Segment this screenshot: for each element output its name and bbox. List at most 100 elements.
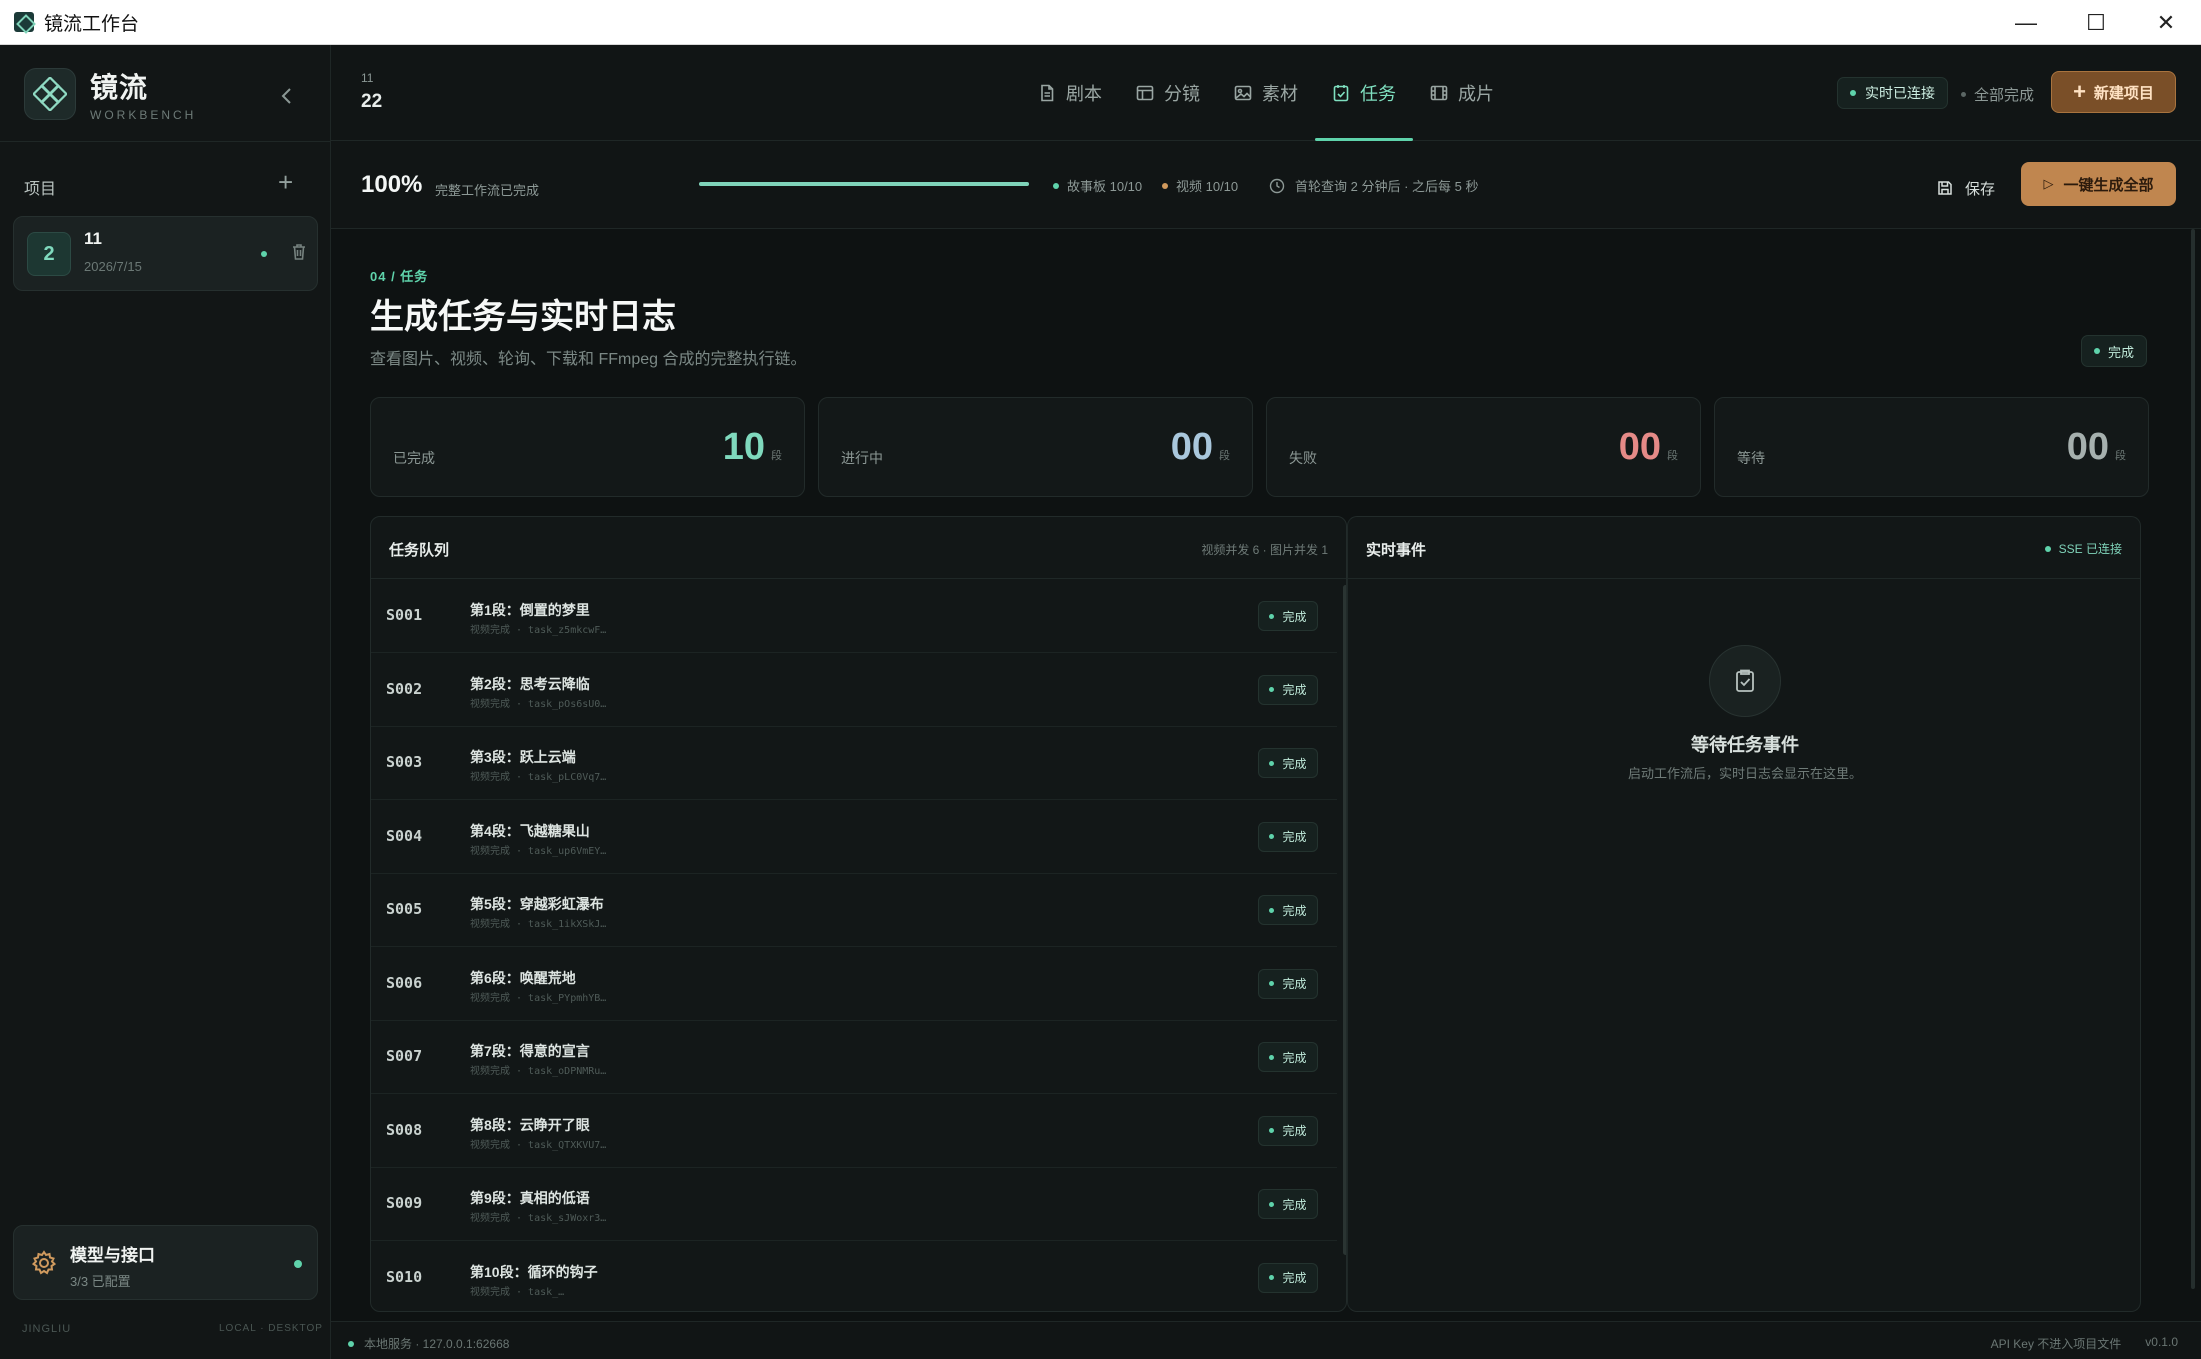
concurrency-note: 视频并发 6 · 图片并发 1: [1201, 543, 1328, 557]
app-version: v0.1.0: [2145, 1335, 2178, 1349]
task-status-dot: [1269, 1128, 1275, 1133]
task-row[interactable]: S009 第9段：真相的低语 视频完成 · task_sJWoxr3… 完成: [371, 1168, 1337, 1241]
task-detail: 视频完成 · task_sJWoxr3…: [470, 1213, 607, 1224]
close-button[interactable]: ✕: [2131, 0, 2201, 45]
progress-bar: [699, 182, 1029, 186]
tab-label: 分镜: [1164, 84, 1200, 104]
model-settings-title: 模型与接口: [70, 1246, 155, 1265]
task-row[interactable]: S002 第2段：思考云降临 视频完成 · task_pOs6sU0… 完成: [371, 654, 1337, 727]
delete-project-button[interactable]: [291, 243, 307, 264]
gear-icon: [31, 1250, 57, 1275]
task-status-dot: [1269, 1275, 1275, 1280]
tab-tasks[interactable]: 任务: [1315, 45, 1413, 141]
task-queue-header: 任务队列 视频并发 6 · 图片并发 1: [371, 517, 1346, 579]
tab-label: 任务: [1360, 84, 1396, 104]
task-id: S003: [386, 753, 423, 771]
new-project-label: 新建项目: [2093, 84, 2154, 102]
task-status-dot: [1269, 687, 1275, 692]
project-status-dot: [261, 251, 267, 257]
add-project-button[interactable]: +: [278, 167, 293, 198]
main-scrollbar[interactable]: [2191, 229, 2195, 1289]
task-name: 第10段：循环的钩子: [470, 1263, 598, 1280]
model-settings-subtitle: 3/3 已配置: [70, 1274, 131, 1289]
task-row[interactable]: S010 第10段：循环的钩子 视频完成 · task_… 完成: [371, 1242, 1337, 1312]
task-queue-panel: 任务队列 视频并发 6 · 图片并发 1 S001 第1段：倒置的梦里 视频完成 ·…: [370, 516, 1347, 1312]
tab-label: 剧本: [1066, 84, 1102, 104]
task-queue-title: 任务队列: [389, 542, 450, 559]
task-status-dot: [1269, 760, 1275, 766]
sidebar-footer-right: LOCAL · DESKTOP: [219, 1323, 323, 1334]
projects-label: 项目: [24, 181, 57, 198]
task-status-badge: 完成: [1258, 895, 1318, 925]
status-footer: 本地服务 · 127.0.0.1:62668 API Key 不进入项目文件 v…: [331, 1321, 2201, 1359]
task-id: S010: [386, 1267, 423, 1286]
stat-label: 失败: [1289, 450, 1317, 466]
live-status-dot: [1850, 90, 1856, 96]
play-icon: ▷: [2043, 176, 2054, 191]
project-small-label: 11: [361, 71, 374, 85]
document-icon: [1041, 84, 1054, 102]
stat-number: 00: [1618, 426, 1661, 468]
tab-final[interactable]: 成片: [1413, 45, 1511, 141]
events-header: 实时事件 SSE 已连接: [1348, 517, 2140, 579]
save-label: 保存: [1965, 180, 1996, 198]
window-title: 镜流工作台: [44, 13, 140, 35]
sidebar: 镜流 WORKBENCH 项目 + 2 11 2026/7/15 模型与接口 3…: [0, 45, 331, 1359]
tab-assets[interactable]: 素材: [1217, 45, 1315, 141]
polling-info: 首轮查询 2 分钟后 · 之后每 5 秒: [1269, 176, 1478, 195]
task-status-dot: [1269, 981, 1275, 986]
status-text: 完成: [2108, 344, 2135, 360]
progress-percent: 100%: [361, 171, 423, 198]
stat-unit: 段: [2115, 450, 2126, 462]
tab-script[interactable]: 剧本: [1021, 45, 1119, 141]
video-count: 视频 10/10: [1162, 176, 1238, 195]
stat-label: 进行中: [841, 450, 883, 466]
task-detail: 视频完成 · task_QTXKVU7…: [470, 1139, 607, 1151]
brand: 镜流 WORKBENCH: [24, 66, 196, 122]
progress-bar-fill: [699, 182, 1029, 186]
task-row[interactable]: S007 第7段：得意的宣言 视频完成 · task_oDPNMRu… 完成: [371, 1021, 1337, 1094]
task-name: 第9段：真相的低语: [470, 1190, 590, 1206]
main-scroll-thumb[interactable]: [2191, 229, 2195, 1289]
tab-label: 素材: [1262, 84, 1298, 104]
task-row[interactable]: S005 第5段：穿越彩虹瀑布 视频完成 · task_1ikXSkJ… 完成: [371, 874, 1337, 947]
new-project-button[interactable]: + 新建项目: [2051, 71, 2176, 113]
stat-unit: 段: [1667, 450, 1678, 462]
service-dot: [348, 1340, 354, 1347]
stat-value: 10 段: [723, 426, 782, 469]
stat-card-waiting: 等待 00 段: [1714, 397, 2149, 497]
tab-bar: 剧本 分镜 素材 任务 成片: [1021, 45, 1511, 141]
task-id: S007: [386, 1047, 423, 1065]
task-row[interactable]: S006 第6段：唤醒荒地 视频完成 · task_PYpmhYB… 完成: [371, 948, 1337, 1021]
task-status-text: 完成: [1282, 1271, 1307, 1285]
task-status-dot: [1269, 1201, 1275, 1207]
task-row[interactable]: S008 第8段：云睁开了眼 视频完成 · task_QTXKVU7… 完成: [371, 1095, 1337, 1168]
tab-storyboard[interactable]: 分镜: [1119, 45, 1217, 141]
generate-all-button[interactable]: ▷ 一键生成全部: [2021, 162, 2176, 206]
project-card[interactable]: 2 11 2026/7/15: [13, 216, 318, 291]
stat-unit: 段: [1219, 450, 1230, 462]
task-status-badge: 完成: [1258, 748, 1318, 778]
minimize-button[interactable]: —: [1991, 0, 2061, 45]
collapse-sidebar-button[interactable]: [270, 79, 304, 113]
save-button[interactable]: 保存: [1937, 171, 1995, 205]
task-status-text: 完成: [1282, 1050, 1307, 1065]
events-panel: 实时事件 SSE 已连接 等待任务事件 启动工作流后，实时日志会显示在这里。: [1347, 516, 2141, 1312]
sse-dot: [2044, 545, 2051, 552]
all-done-status: 全部完成: [1961, 84, 2034, 105]
storyboard-dot: [1053, 182, 1059, 189]
checklist-icon: [1333, 85, 1349, 102]
task-status-badge: 完成: [1258, 1262, 1318, 1293]
task-status-dot: [1269, 613, 1275, 619]
stat-unit: 段: [771, 450, 782, 462]
clipboard-check-icon: [1709, 645, 1781, 717]
task-row[interactable]: S001 第1段：倒置的梦里 视频完成 · task_z5mkcwF… 完成: [371, 580, 1337, 653]
task-status-text: 完成: [1282, 830, 1307, 844]
model-settings-card[interactable]: 模型与接口 3/3 已配置: [13, 1225, 318, 1300]
maximize-button[interactable]: ☐: [2061, 0, 2131, 45]
progress-bar-row: 100% 完整工作流已完成 故事板 10/10 视频 10/10 首轮查询 2 …: [331, 141, 2201, 229]
task-row[interactable]: S004 第4段：飞越糖果山 视频完成 · task_up6VmEY… 完成: [371, 801, 1337, 874]
task-row[interactable]: S003 第3段：跃上云端 视频完成 · task_pLC0Vq7… 完成: [371, 727, 1337, 800]
logo-icon: [24, 68, 76, 120]
task-detail: 视频完成 · task_z5mkcwF…: [470, 625, 607, 636]
